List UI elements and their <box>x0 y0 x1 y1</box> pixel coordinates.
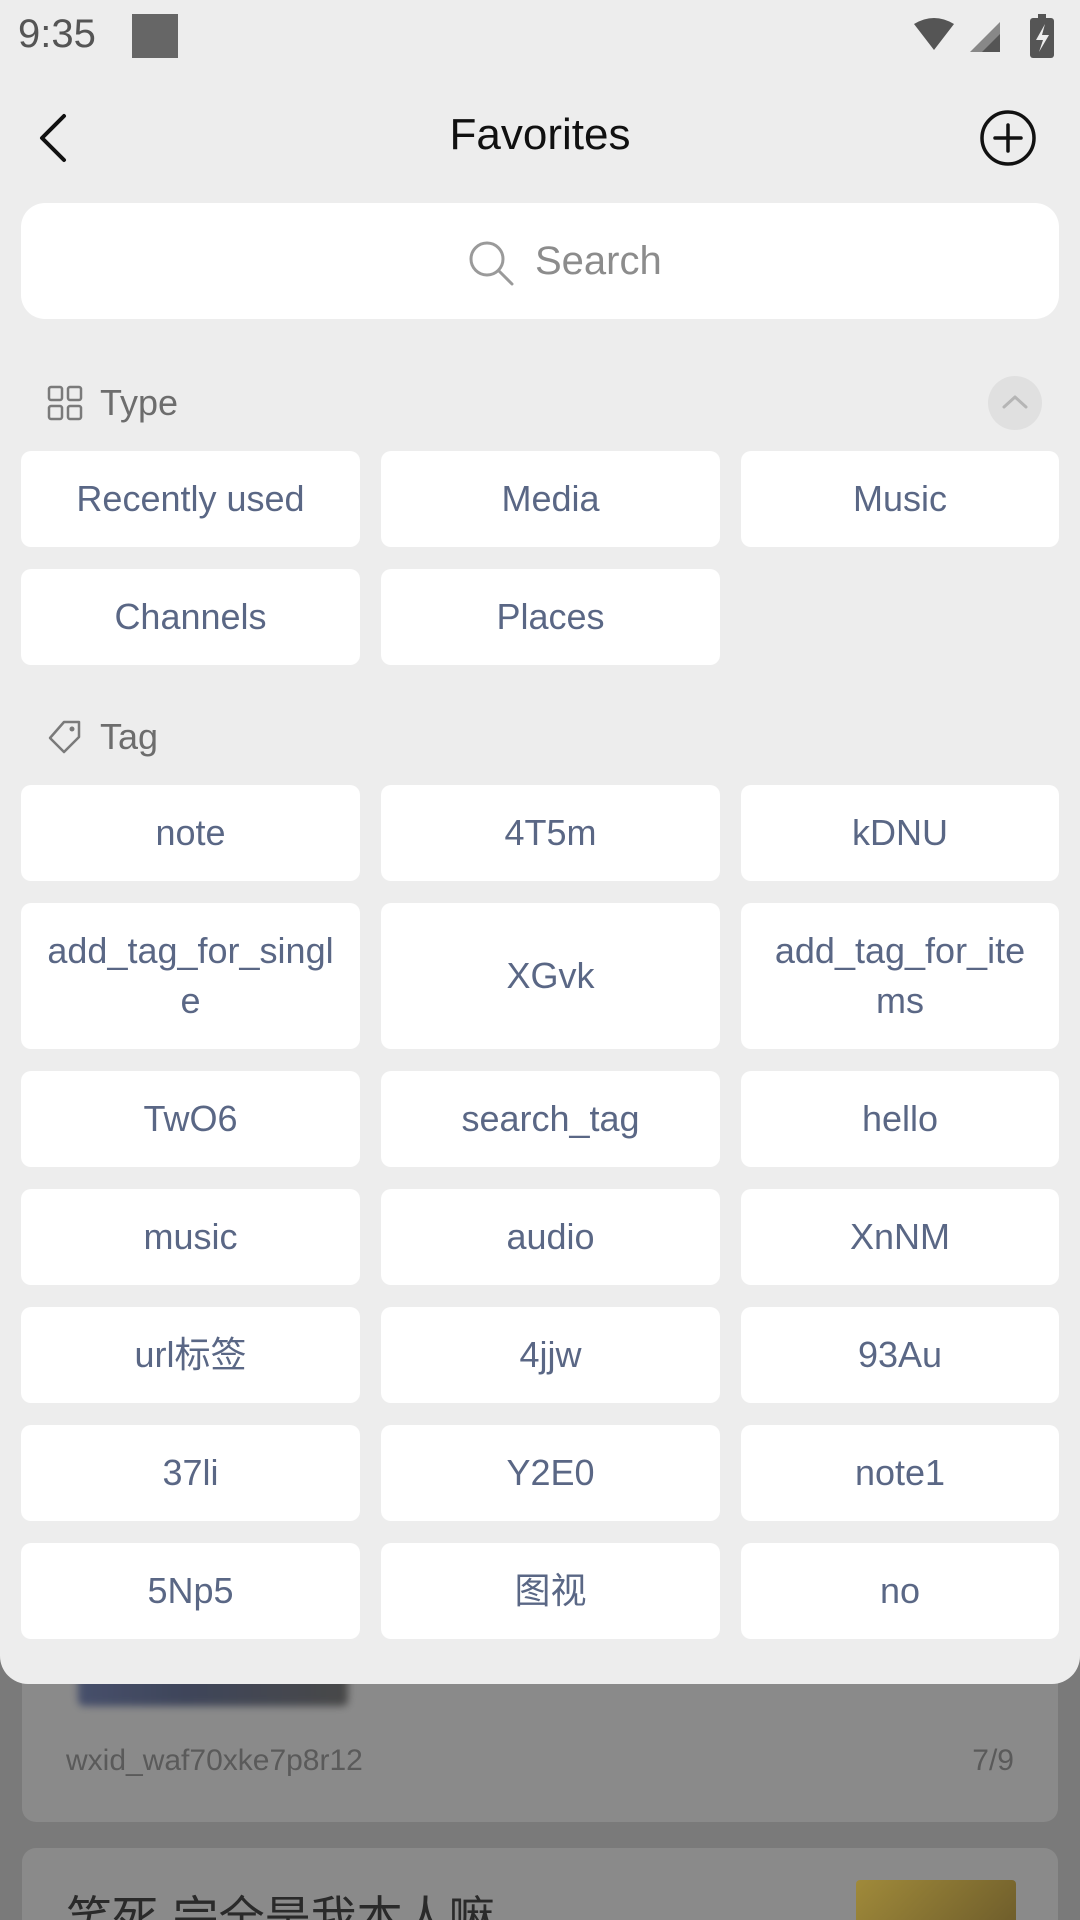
tag-filter-chip[interactable]: TwO6 <box>21 1071 360 1167</box>
type-filter-chip[interactable]: Channels <box>21 569 360 665</box>
tag-filter-chip[interactable]: XnNM <box>741 1189 1059 1285</box>
background-card-sender: wxid_waf70xke7p8r12 <box>66 1744 363 1777</box>
search-placeholder: Search <box>535 239 662 283</box>
tag-filter-chip[interactable]: search_tag <box>381 1071 720 1167</box>
tag-filter-chip[interactable]: 37li <box>21 1425 360 1521</box>
favorites-filter-sheet: 9:35 Favorites Search Type Recently used… <box>0 0 1080 1684</box>
type-filter-chip[interactable]: Places <box>381 569 720 665</box>
background-card-thumbnail <box>856 1880 1016 1920</box>
background-card-title: 笑死 完全是我本人嘛 <box>66 1891 495 1920</box>
tag-icon <box>48 720 81 754</box>
background-card-count: 7/9 <box>972 1744 1014 1777</box>
tag-filter-chip[interactable]: music <box>21 1189 360 1285</box>
tag-filter-chip[interactable]: 5Np5 <box>21 1543 360 1639</box>
type-filter-chip[interactable]: Media <box>381 451 720 547</box>
tag-filter-chip[interactable]: note <box>21 785 360 881</box>
tag-filter-chip[interactable]: 4T5m <box>381 785 720 881</box>
header: Favorites <box>0 92 1080 184</box>
tag-filter-chip[interactable]: kDNU <box>741 785 1059 881</box>
tag-filter-chip[interactable]: 93Au <box>741 1307 1059 1403</box>
tag-filter-chip[interactable]: hello <box>741 1071 1059 1167</box>
tag-filter-chip[interactable]: 图视 <box>381 1543 720 1639</box>
tag-section-label: Tag <box>100 716 159 757</box>
type-filter-chip[interactable]: Recently used <box>21 451 360 547</box>
notification-icon <box>132 14 178 58</box>
tag-filter-chip[interactable]: add_tag_for_single <box>21 903 360 1049</box>
search-input[interactable]: Search <box>21 203 1059 319</box>
chevron-up-icon <box>1002 395 1028 409</box>
tag-filter-chip[interactable]: 4jjw <box>381 1307 720 1403</box>
tag-filter-chip[interactable]: audio <box>381 1189 720 1285</box>
status-bar: 9:35 <box>0 0 1080 72</box>
type-filter-chip[interactable]: Music <box>741 451 1059 547</box>
tag-filter-chip[interactable]: url标签 <box>21 1307 360 1403</box>
tag-filter-chip[interactable]: Y2E0 <box>381 1425 720 1521</box>
tag-filter-chip[interactable]: add_tag_for_items <box>741 903 1059 1049</box>
wifi-icon <box>914 18 954 50</box>
tag-filter-chip[interactable]: no <box>741 1543 1059 1639</box>
grid-icon <box>47 385 83 421</box>
add-circle-icon[interactable] <box>978 108 1038 168</box>
collapse-button[interactable] <box>988 376 1042 430</box>
status-time: 9:35 <box>18 12 96 56</box>
tag-filter-chip[interactable]: note1 <box>741 1425 1059 1521</box>
type-section-label: Type <box>100 382 179 423</box>
page-title: Favorites <box>449 110 631 159</box>
search-icon <box>469 241 514 286</box>
tag-filter-chip[interactable]: XGvk <box>381 903 720 1049</box>
status-icons <box>914 14 1054 58</box>
